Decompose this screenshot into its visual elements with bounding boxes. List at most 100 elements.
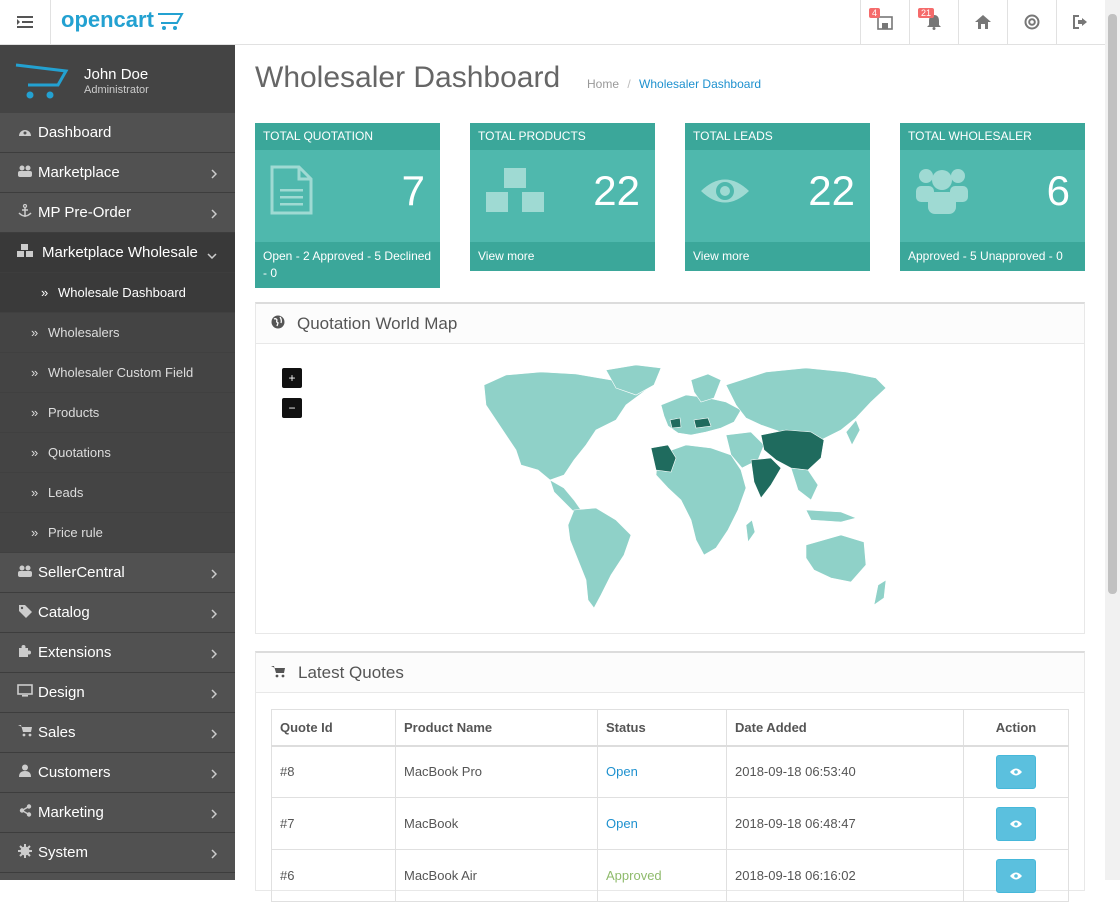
page-scrollbar[interactable] (1105, 0, 1120, 880)
opencart-logo[interactable]: opencart (61, 7, 191, 38)
sidebar-item-system[interactable]: System (0, 833, 235, 873)
panel-title: Latest Quotes (298, 662, 404, 682)
column-header[interactable]: Product Name (395, 709, 598, 747)
double-chevron-icon: » (31, 445, 39, 460)
globe-icon (271, 314, 285, 334)
sidebar-item-marketplace-wholesale[interactable]: Marketplace Wholesale (0, 233, 235, 273)
sidebar-subitem-label: Products (48, 405, 100, 420)
product-name: MacBook (395, 797, 598, 850)
home-button[interactable] (958, 0, 1007, 44)
cubes-icon (484, 164, 548, 221)
sidebar-subitem-wholesalers[interactable]: » Wholesalers (0, 313, 235, 353)
view-quote-button[interactable] (996, 806, 1036, 841)
sidebar-subitem-wholesaler-custom-field[interactable]: » Wholesaler Custom Field (0, 353, 235, 393)
top-header: opencart 4 21 (0, 0, 1105, 45)
sidebar-item-marketing[interactable]: Marketing (0, 793, 235, 833)
page-title: Wholesaler Dashboard (255, 61, 561, 94)
tile-total-leads: TOTAL LEADS 22 View more (685, 123, 870, 271)
logout-button[interactable] (1056, 0, 1105, 44)
sidebar-item-label: SellerCentral (38, 564, 125, 581)
sidebar-item-marketplace[interactable]: Marketplace (0, 153, 235, 193)
store-button[interactable]: 4 (860, 0, 909, 44)
quotes-table: Quote Id Product Name Status Date Added … (271, 709, 1069, 902)
sidebar-subitem-products[interactable]: » Products (0, 393, 235, 433)
tile-value: 7 (401, 167, 425, 214)
date-added: 2018-09-18 06:53:40 (726, 745, 964, 798)
view-quote-button[interactable] (996, 754, 1036, 789)
tile-total-quotation: TOTAL QUOTATION 7 Open - 2 Approved - 5 … (255, 123, 440, 288)
sidebar-item-label: Dashboard (38, 124, 112, 141)
chevron-right-icon (211, 206, 218, 223)
panel-title: Quotation World Map (297, 313, 458, 333)
sidebar-item-label: MP Pre-Order (38, 204, 132, 221)
view-quote-button[interactable] (996, 858, 1036, 893)
latest-quotes-panel: Latest Quotes Quote Id Product Name Stat… (255, 651, 1085, 902)
cart-icon (0, 724, 38, 741)
sidebar-item-label: Extensions (38, 644, 112, 661)
sidebar-item-customers[interactable]: Customers (0, 753, 235, 793)
breadcrumb-current[interactable]: Wholesaler Dashboard (639, 77, 761, 91)
view-more-link[interactable]: View more (470, 242, 655, 271)
sidebar-item-dashboard[interactable]: Dashboard (0, 113, 235, 153)
eye-icon (699, 176, 751, 211)
sidebar-item-label: Marketing (38, 804, 104, 821)
menu-icon (17, 16, 33, 28)
sidebar-item-extensions[interactable]: Extensions (0, 633, 235, 673)
sidebar-item-catalog[interactable]: Catalog (0, 593, 235, 633)
support-icon (1024, 14, 1040, 30)
world-map[interactable] (446, 360, 906, 615)
cog-icon (0, 843, 38, 862)
panel-heading: Quotation World Map (256, 304, 1084, 344)
menu-toggle-button[interactable] (0, 0, 51, 44)
map-zoom-in-button[interactable]: + (282, 368, 302, 388)
double-chevron-icon: » (31, 365, 39, 380)
logout-icon (1073, 15, 1087, 29)
scrollbar-thumb[interactable] (1108, 14, 1117, 594)
panel-heading: Latest Quotes (256, 653, 1084, 693)
profile-name: John Doe (84, 66, 149, 83)
view-more-link[interactable]: View more (685, 242, 870, 271)
column-header: Action (963, 709, 1069, 747)
sidebar-subitem-leads[interactable]: » Leads (0, 473, 235, 513)
logo-text: opencart (61, 8, 155, 32)
sidebar-item-mp-pre-order[interactable]: MP Pre-Order (0, 193, 235, 233)
map-zoom-out-button[interactable]: − (282, 398, 302, 418)
sidebar-item-label: System (38, 844, 89, 861)
column-header[interactable]: Quote Id (271, 709, 396, 747)
store-badge: 4 (869, 8, 881, 18)
users-icon (0, 564, 38, 581)
sidebar-item-label: Marketplace (38, 164, 120, 181)
sidebar-subitem-wholesale-dashboard[interactable]: » Wholesale Dashboard (0, 273, 235, 313)
share-icon (0, 804, 38, 821)
document-icon (269, 164, 314, 221)
status: Open (597, 797, 727, 850)
sidebar-item-label: Marketplace Wholesale (42, 244, 198, 261)
breadcrumb-home[interactable]: Home (587, 77, 619, 91)
notifications-button[interactable]: 21 (909, 0, 958, 44)
table-row: #8 MacBook Pro Open 2018-09-18 06:53:40 (271, 745, 1069, 798)
sidebar-subitem-quotations[interactable]: » Quotations (0, 433, 235, 473)
sidebar-item-design[interactable]: Design (0, 673, 235, 713)
cubes-icon (0, 243, 38, 262)
sidebar-subitem-label: Quotations (48, 445, 111, 460)
sidebar-item-sellercentral[interactable]: SellerCentral (0, 553, 235, 593)
quote-id: #6 (271, 849, 396, 902)
tile-value: 6 (1046, 167, 1070, 214)
puzzle-icon (0, 644, 38, 662)
chevron-right-icon (211, 806, 218, 823)
user-profile[interactable]: John Doe Administrator (0, 45, 235, 113)
sidebar-subitem-label: Price rule (48, 525, 103, 540)
sidebar-item-label: Catalog (38, 604, 90, 621)
tile-title: TOTAL PRODUCTS (470, 123, 655, 150)
user-icon (0, 764, 38, 781)
tile-footer: Open - 2 Approved - 5 Declined - 0 (255, 242, 440, 288)
chevron-right-icon (211, 646, 218, 663)
column-header[interactable]: Date Added (726, 709, 964, 747)
date-added: 2018-09-18 06:48:47 (726, 797, 964, 850)
support-button[interactable] (1007, 0, 1056, 44)
tile-title: TOTAL LEADS (685, 123, 870, 150)
sidebar-item-label: Customers (38, 764, 111, 781)
column-header[interactable]: Status (597, 709, 727, 747)
sidebar-subitem-price-rule[interactable]: » Price rule (0, 513, 235, 553)
sidebar-item-sales[interactable]: Sales (0, 713, 235, 753)
